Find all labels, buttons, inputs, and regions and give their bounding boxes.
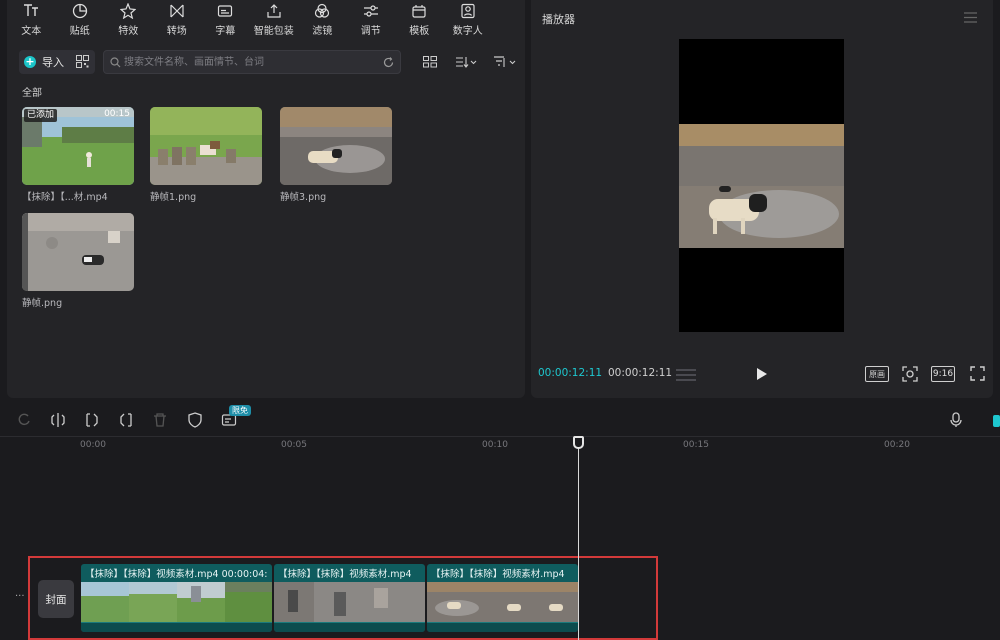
- tool-sticker[interactable]: 贴纸: [56, 0, 105, 40]
- tool-filter[interactable]: 滤镜: [298, 0, 347, 40]
- top-toolbar: 文本 贴纸 特效 转场 字幕 智能包装 滤镜 调节 模板 数字人: [7, 0, 525, 40]
- tool-text[interactable]: 文本: [7, 0, 56, 40]
- effects-icon: [120, 3, 137, 19]
- filter-funnel-icon: [494, 56, 516, 67]
- free-badge: 限免: [229, 405, 251, 416]
- ruler-label: 00:10: [482, 440, 508, 450]
- undo-icon[interactable]: [16, 412, 32, 428]
- filter-icon: [315, 3, 330, 18]
- timeline-ruler[interactable]: 00:00 00:05 00:10 00:15 00:20: [0, 436, 1000, 454]
- split-icon[interactable]: [50, 412, 66, 428]
- tool-digital-human[interactable]: 数字人: [444, 0, 493, 40]
- fullscreen-icon[interactable]: [970, 366, 985, 381]
- media-thumbnail: 已添加 00:15: [22, 107, 134, 185]
- refresh-icon[interactable]: [383, 57, 394, 68]
- ruler-label: 00:20: [884, 440, 910, 450]
- play-icon[interactable]: [756, 367, 768, 381]
- current-timecode: 00:00:12:11: [538, 367, 603, 379]
- search-box: [103, 50, 401, 74]
- timeline-toolbar: [0, 405, 1000, 435]
- media-name: 静帧1.png: [150, 192, 197, 203]
- transition-icon: [170, 4, 184, 18]
- shield-icon[interactable]: [187, 412, 203, 428]
- tool-label: 文本: [21, 26, 42, 37]
- tool-transition[interactable]: 转场: [153, 0, 202, 40]
- media-item[interactable]: 静帧.png: [22, 213, 134, 309]
- tool-adjust[interactable]: 调节: [347, 0, 396, 40]
- duration-label: 00:15: [104, 109, 130, 119]
- quality-button[interactable]: 原画: [865, 366, 889, 382]
- import-label: 导入: [42, 56, 64, 69]
- text-icon: [24, 4, 39, 16]
- tool-label: 调节: [360, 26, 381, 37]
- video-viewport[interactable]: [679, 39, 844, 332]
- more-icon[interactable]: ···: [15, 591, 25, 602]
- media-name: 静帧.png: [22, 298, 63, 309]
- media-thumbnail: [280, 107, 392, 185]
- tool-label: 模板: [409, 26, 430, 37]
- media-panel: 文本 贴纸 特效 转场 字幕 智能包装 滤镜 调节 模板 数字人 + 导入 搜索…: [7, 0, 525, 398]
- total-timecode: 00:00:12:11: [608, 367, 673, 379]
- sort-icon: [456, 57, 477, 68]
- filter-sort-button[interactable]: [493, 54, 517, 70]
- tool-label: 智能包装: [253, 26, 294, 37]
- video-frame: [679, 124, 844, 248]
- player-controls: 00:00:12:11 00:00:12:11 原画 9:16: [531, 362, 993, 386]
- qr-code-icon[interactable]: [76, 55, 89, 68]
- player-title: 播放器: [542, 13, 575, 26]
- tool-label: 字幕: [215, 26, 236, 37]
- media-thumbnail: [150, 107, 262, 185]
- grid-view-button[interactable]: [423, 54, 437, 70]
- quality-label: 原画: [869, 369, 885, 379]
- added-badge: 已添加: [24, 109, 58, 122]
- tool-label: 滤镜: [312, 26, 333, 37]
- smart-package-icon: [267, 4, 281, 18]
- media-search-row: + 导入: [19, 50, 517, 74]
- menu-icon[interactable]: [964, 12, 977, 23]
- tool-smart-package[interactable]: 智能包装: [250, 0, 299, 40]
- search-input[interactable]: [124, 51, 374, 73]
- media-item[interactable]: 静帧3.png: [280, 107, 392, 203]
- import-button[interactable]: + 导入: [19, 50, 95, 74]
- sort-button[interactable]: [455, 54, 477, 70]
- plus-icon: +: [24, 55, 36, 68]
- player-panel: 播放器 00:00:12:11 00:00:12:11 原画 9:16: [531, 0, 993, 398]
- media-item[interactable]: 静帧1.png: [150, 107, 262, 203]
- media-name: 【抹除】【...材.mp4: [22, 192, 108, 203]
- ratio-label: 9:16: [932, 369, 954, 379]
- crop-focus-icon[interactable]: [902, 366, 918, 382]
- adjust-icon: [363, 5, 378, 17]
- microphone-icon[interactable]: [948, 412, 964, 428]
- playhead-handle[interactable]: [573, 436, 584, 449]
- digital-human-icon: [461, 3, 475, 19]
- ruler-label: 00:15: [683, 440, 709, 450]
- tool-label: 数字人: [452, 26, 483, 37]
- tool-effects[interactable]: 特效: [104, 0, 153, 40]
- ruler-label: 00:05: [281, 440, 307, 450]
- tool-label: 特效: [118, 26, 139, 37]
- search-icon: [110, 57, 121, 68]
- list-icon[interactable]: [676, 368, 696, 382]
- tool-template[interactable]: 模板: [395, 0, 444, 40]
- main-track-toggle[interactable]: [993, 415, 1000, 427]
- sticker-icon: [72, 3, 87, 19]
- ruler-label: 00:00: [80, 440, 106, 450]
- delete-icon[interactable]: [152, 412, 168, 428]
- subtitle-icon: [218, 5, 233, 17]
- media-item[interactable]: 已添加 00:15 【抹除】【...材.mp4: [22, 107, 134, 203]
- highlight-annotation-box: [28, 556, 658, 640]
- template-icon: [412, 5, 426, 18]
- playhead-line[interactable]: [578, 444, 579, 640]
- media-thumbnail: [22, 213, 134, 291]
- section-label-all: 全部: [22, 88, 42, 99]
- tool-label: 贴纸: [69, 26, 90, 37]
- tool-label: 转场: [166, 26, 187, 37]
- ratio-button[interactable]: 9:16: [931, 366, 955, 382]
- trim-right-icon[interactable]: [118, 412, 134, 428]
- grid-view-icon: [423, 56, 437, 68]
- media-name: 静帧3.png: [280, 192, 327, 203]
- trim-left-icon[interactable]: [84, 412, 100, 428]
- tool-subtitle[interactable]: 字幕: [201, 0, 250, 40]
